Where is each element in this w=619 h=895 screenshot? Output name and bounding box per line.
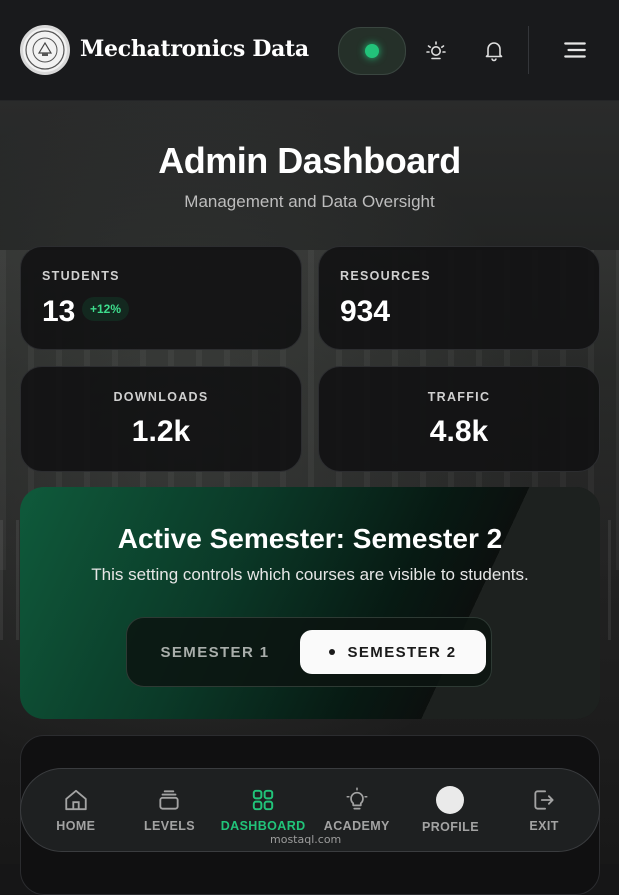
trend-badge: +12%	[82, 297, 130, 321]
nav-label: EXIT	[529, 819, 559, 833]
stat-value: 934	[340, 295, 391, 328]
layers-icon	[159, 790, 180, 810]
stat-label: DOWNLOADS	[113, 390, 209, 404]
nav-label: ACADEMY	[323, 819, 390, 833]
stat-value: 1.2k	[131, 415, 191, 448]
stat-card-downloads: DOWNLOADS 1.2k	[20, 366, 302, 472]
page-title: Admin Dashboard	[158, 140, 461, 181]
logout-icon	[534, 790, 554, 810]
selected-dot-icon	[329, 649, 336, 655]
nav-item-home[interactable]: HOME	[34, 787, 118, 833]
stat-card-traffic: TRAFFIC 4.8k	[318, 366, 600, 472]
nav-label: HOME	[56, 819, 96, 833]
menu-button[interactable]	[561, 36, 589, 64]
stat-label: RESOURCES	[340, 269, 431, 283]
nav-item-exit[interactable]: EXIT	[502, 787, 586, 833]
bell-icon	[485, 42, 503, 62]
semester-2-option[interactable]: SEMESTER 2	[300, 630, 486, 674]
nav-item-profile[interactable]: PROFILE	[408, 786, 492, 834]
stat-card-resources: RESOURCES 934	[318, 246, 600, 350]
semester-title: Active Semester: Semester 2	[117, 523, 503, 554]
nav-item-levels[interactable]: LEVELS	[127, 787, 211, 833]
university-logo[interactable]	[20, 25, 70, 75]
home-icon	[65, 789, 87, 811]
brand-title: Mechatronics Data	[80, 36, 309, 62]
semester-toggle: SEMESTER 1 SEMESTER 2	[126, 617, 492, 687]
semester-2-label: SEMESTER 2	[347, 643, 457, 661]
globe-icon	[365, 44, 379, 58]
header-divider	[528, 26, 529, 74]
menu-icon	[564, 42, 586, 58]
stat-card-students: STUDENTS 13	[20, 246, 302, 350]
seal-icon	[25, 30, 65, 70]
stat-value: 4.8k	[429, 415, 489, 448]
lightbulb-icon	[346, 787, 368, 810]
stat-value: 13	[42, 295, 76, 328]
nav-label: LEVELS	[143, 819, 195, 833]
nav-label: PROFILE	[421, 820, 479, 834]
nav-label: DASHBOARD	[220, 819, 306, 833]
nav-item-academy[interactable]: ACADEMY	[315, 787, 399, 833]
top-header: Mechatronics Data	[0, 0, 619, 101]
stat-label: STUDENTS	[42, 269, 120, 283]
watermark: mostaql.com	[270, 833, 342, 846]
semester-1-label: SEMESTER 1	[160, 643, 270, 661]
nav-item-dashboard[interactable]: DASHBOARD	[221, 787, 305, 833]
semester-description: This setting controls which courses are …	[91, 565, 529, 584]
stat-label: TRAFFIC	[427, 390, 491, 404]
language-toggle[interactable]	[338, 27, 406, 75]
semester-panel: Active Semester: Semester 2 This setting…	[20, 487, 600, 719]
page-subtitle: Management and Data Oversight	[184, 192, 435, 211]
grid-icon	[252, 789, 274, 811]
semester-1-option[interactable]: SEMESTER 1	[135, 630, 295, 674]
theme-toggle[interactable]	[422, 36, 450, 64]
notifications-button[interactable]	[480, 36, 508, 64]
avatar	[436, 786, 465, 814]
sun-icon	[426, 41, 446, 60]
